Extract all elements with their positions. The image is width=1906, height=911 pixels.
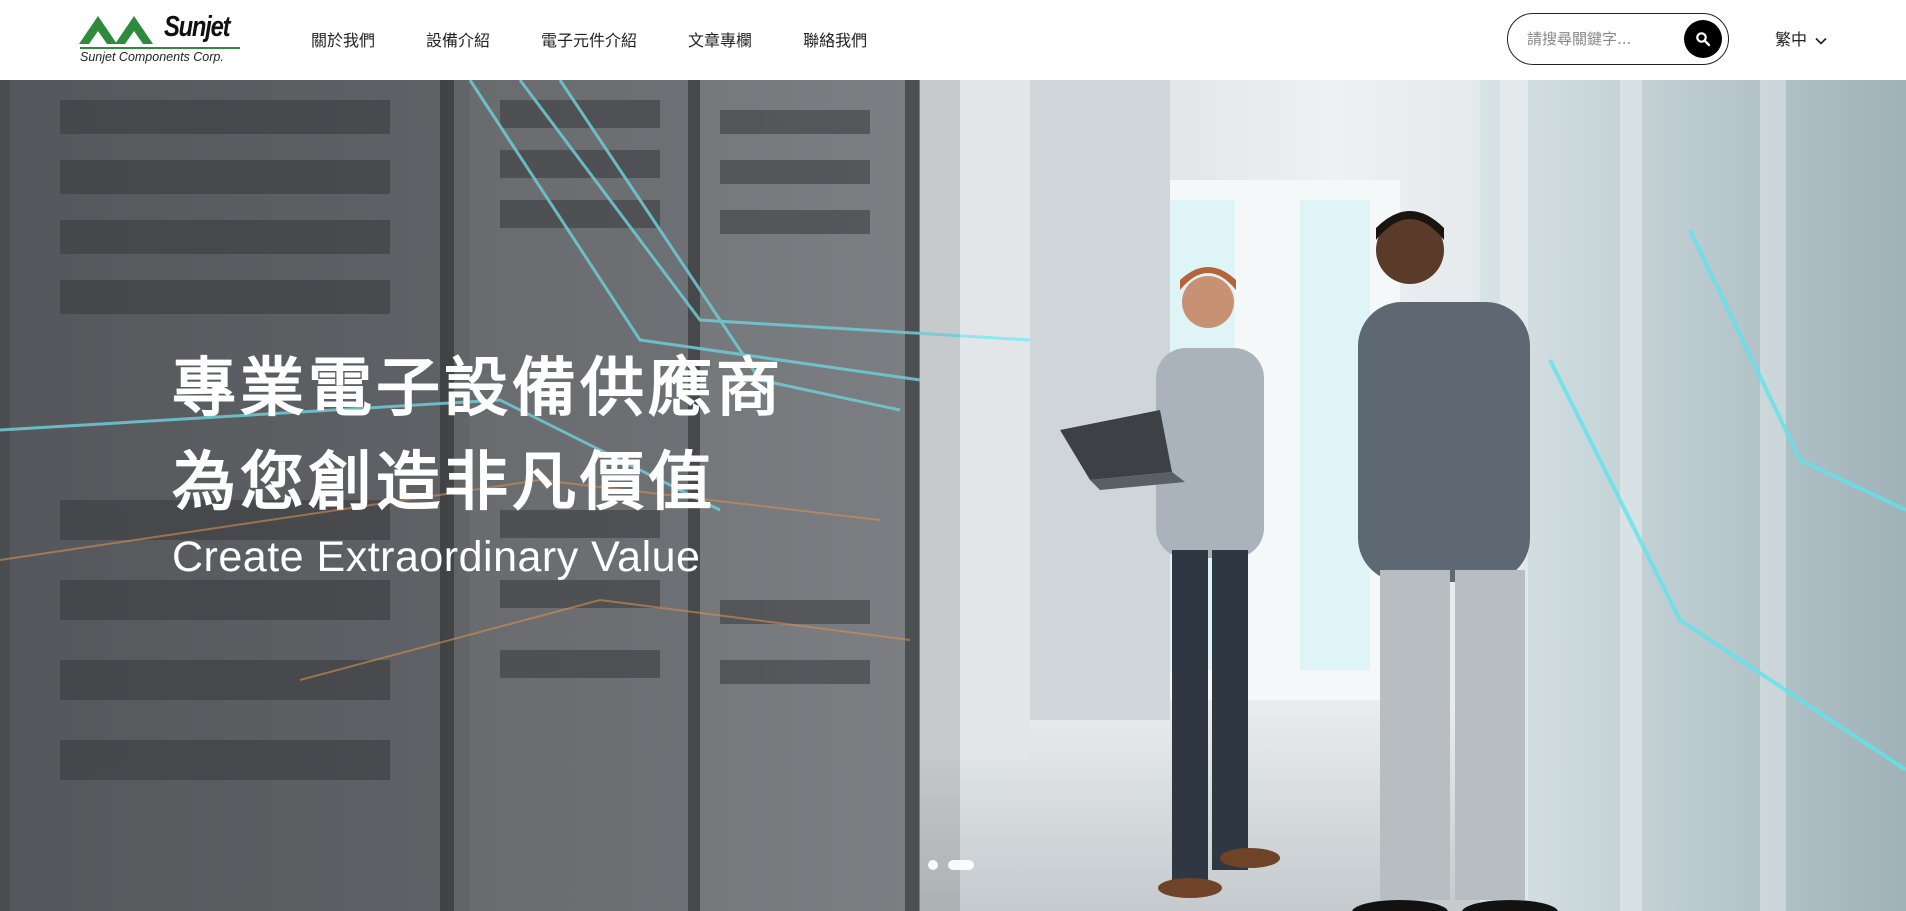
brand-logo[interactable]: Sunjet Sunjet Components Corp. — [79, 11, 244, 67]
nav-item-about[interactable]: 關於我們 — [311, 30, 375, 52]
carousel-dot-1[interactable] — [928, 860, 938, 870]
logo-divider — [80, 47, 240, 49]
hero-subheadline: Create Extraordinary Value — [172, 533, 701, 581]
search-icon — [1696, 32, 1711, 47]
nav-item-contact[interactable]: 聯絡我們 — [803, 30, 867, 52]
brand-name: Sunjet — [164, 11, 231, 43]
language-selector[interactable]: 繁中 — [1775, 29, 1827, 51]
brand-subtitle: Sunjet Components Corp. — [80, 50, 224, 64]
search-button[interactable] — [1684, 20, 1722, 58]
carousel-pagination — [928, 860, 984, 870]
search-input[interactable] — [1527, 27, 1677, 51]
hero-banner: 專業電子設備供應商 為您創造非凡價值 Create Extraordinary … — [0, 80, 1906, 911]
hero-headline-line2: 為您創造非凡價值 — [172, 446, 716, 520]
language-current: 繁中 — [1775, 30, 1808, 49]
nav-item-equipment[interactable]: 設備介紹 — [426, 30, 490, 52]
nav-item-components[interactable]: 電子元件介紹 — [541, 30, 637, 52]
carousel-dot-2[interactable] — [948, 860, 974, 870]
main-nav: 關於我們 設備介紹 電子元件介紹 文章專欄 聯絡我們 — [311, 30, 867, 52]
nav-item-articles[interactable]: 文章專欄 — [688, 30, 752, 52]
logo-triangles-icon — [79, 16, 153, 44]
search-box — [1507, 13, 1729, 65]
chevron-down-icon — [1815, 37, 1827, 45]
hero-headline-block: 專業電子設備供應商 為您創造非凡價值 Create Extraordinary … — [172, 342, 784, 582]
hero-headline-line1: 專業電子設備供應商 — [172, 352, 784, 426]
site-header: Sunjet Sunjet Components Corp. 關於我們 設備介紹… — [0, 0, 1906, 80]
